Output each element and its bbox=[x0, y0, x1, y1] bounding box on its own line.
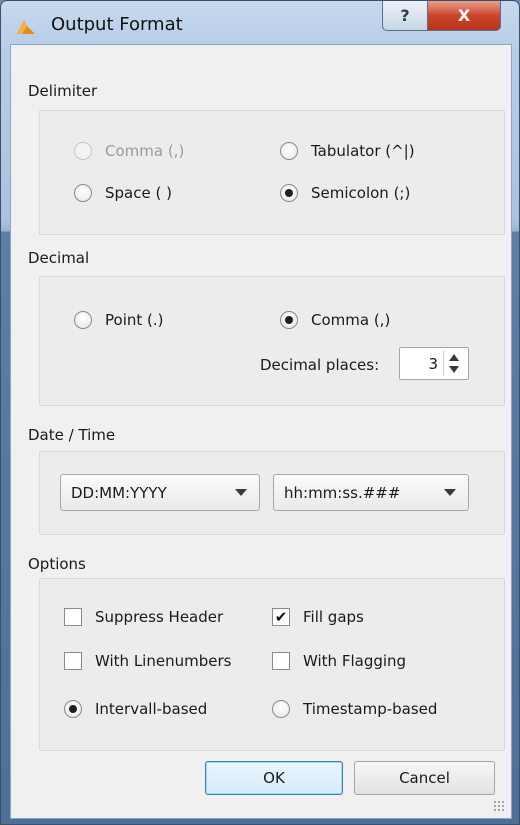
ok-button[interactable]: OK bbox=[205, 761, 343, 795]
radio-indicator bbox=[64, 700, 82, 718]
spin-down-icon[interactable] bbox=[449, 366, 459, 373]
with-flagging-checkbox[interactable]: With Flagging bbox=[272, 652, 406, 670]
chevron-down-icon bbox=[235, 489, 247, 496]
checkbox-indicator bbox=[64, 608, 82, 626]
fill-gaps-label: Fill gaps bbox=[303, 608, 364, 626]
decimal-places-label: Decimal places: bbox=[260, 356, 380, 374]
timestamp-based-radio[interactable]: Timestamp-based bbox=[272, 700, 437, 718]
radio-indicator bbox=[74, 142, 92, 160]
cancel-button[interactable]: Cancel bbox=[354, 761, 495, 795]
time-format-select[interactable]: hh:mm:ss.### bbox=[273, 474, 469, 511]
with-flagging-label: With Flagging bbox=[303, 652, 407, 670]
delimiter-space-label: Space ( ) bbox=[105, 184, 172, 202]
close-button[interactable]: X bbox=[427, 1, 501, 31]
decimal-comma-radio[interactable]: Comma (,) bbox=[280, 311, 390, 329]
spin-buttons[interactable] bbox=[443, 351, 465, 376]
window-title: Output Format bbox=[51, 14, 183, 35]
radio-indicator bbox=[272, 700, 290, 718]
with-linenumbers-label: With Linenumbers bbox=[95, 652, 232, 670]
checkbox-indicator bbox=[64, 652, 82, 670]
checkmark-icon: ✔ bbox=[272, 608, 290, 626]
datetime-section-title: Date / Time bbox=[28, 426, 116, 444]
delimiter-semicolon-radio[interactable]: Semicolon (;) bbox=[280, 184, 410, 202]
radio-indicator bbox=[280, 142, 298, 160]
datetime-group: DD:MM:YYYY hh:mm:ss.### bbox=[39, 451, 505, 535]
time-format-value: hh:mm:ss.### bbox=[284, 483, 401, 502]
decimal-places-spinbox[interactable]: 3 bbox=[399, 347, 469, 380]
decimal-point-label: Point (.) bbox=[105, 311, 164, 329]
decimal-places-value[interactable]: 3 bbox=[428, 355, 438, 373]
checkbox-indicator bbox=[272, 652, 290, 670]
decimal-section-title: Decimal bbox=[28, 249, 90, 267]
dialog-window: Output Format ? X Delimiter Comma (,) Ta… bbox=[0, 0, 520, 825]
app-logo-icon bbox=[17, 20, 35, 34]
decimal-group: Point (.) Comma (,) Decimal places: 3 bbox=[39, 276, 505, 406]
timestamp-based-label: Timestamp-based bbox=[303, 700, 438, 718]
delimiter-tabulator-radio[interactable]: Tabulator (^|) bbox=[280, 142, 415, 160]
delimiter-comma-label: Comma (,) bbox=[105, 142, 185, 160]
spin-up-icon[interactable] bbox=[449, 354, 459, 361]
title-bar[interactable]: Output Format ? X bbox=[1, 1, 519, 45]
radio-indicator bbox=[74, 184, 92, 202]
delimiter-tabulator-label: Tabulator (^|) bbox=[311, 142, 415, 160]
intervall-based-radio[interactable]: Intervall-based bbox=[64, 700, 207, 718]
delimiter-semicolon-label: Semicolon (;) bbox=[311, 184, 411, 202]
chevron-down-icon bbox=[444, 489, 456, 496]
decimal-point-radio[interactable]: Point (.) bbox=[74, 311, 163, 329]
delimiter-group: Comma (,) Tabulator (^|) Space ( ) Semic… bbox=[39, 110, 505, 235]
options-section-title: Options bbox=[28, 555, 86, 573]
radio-indicator bbox=[280, 311, 298, 329]
fill-gaps-checkbox[interactable]: ✔ Fill gaps bbox=[272, 608, 364, 626]
decimal-comma-label: Comma (,) bbox=[311, 311, 391, 329]
options-group: Suppress Header ✔ Fill gaps With Linenum… bbox=[39, 578, 505, 751]
suppress-header-label: Suppress Header bbox=[95, 608, 224, 626]
delimiter-comma-radio[interactable]: Comma (,) bbox=[74, 142, 184, 160]
date-format-select[interactable]: DD:MM:YYYY bbox=[60, 474, 260, 511]
delimiter-section-title: Delimiter bbox=[28, 82, 98, 100]
date-format-value: DD:MM:YYYY bbox=[71, 483, 167, 502]
intervall-based-label: Intervall-based bbox=[95, 700, 208, 718]
delimiter-space-radio[interactable]: Space ( ) bbox=[74, 184, 172, 202]
radio-indicator bbox=[280, 184, 298, 202]
dialog-body: Delimiter Comma (,) Tabulator (^|) Space… bbox=[10, 44, 512, 819]
help-button[interactable]: ? bbox=[382, 1, 428, 31]
radio-indicator bbox=[74, 311, 92, 329]
resize-grip-icon[interactable] bbox=[493, 800, 505, 812]
suppress-header-checkbox[interactable]: Suppress Header bbox=[64, 608, 223, 626]
with-linenumbers-checkbox[interactable]: With Linenumbers bbox=[64, 652, 231, 670]
